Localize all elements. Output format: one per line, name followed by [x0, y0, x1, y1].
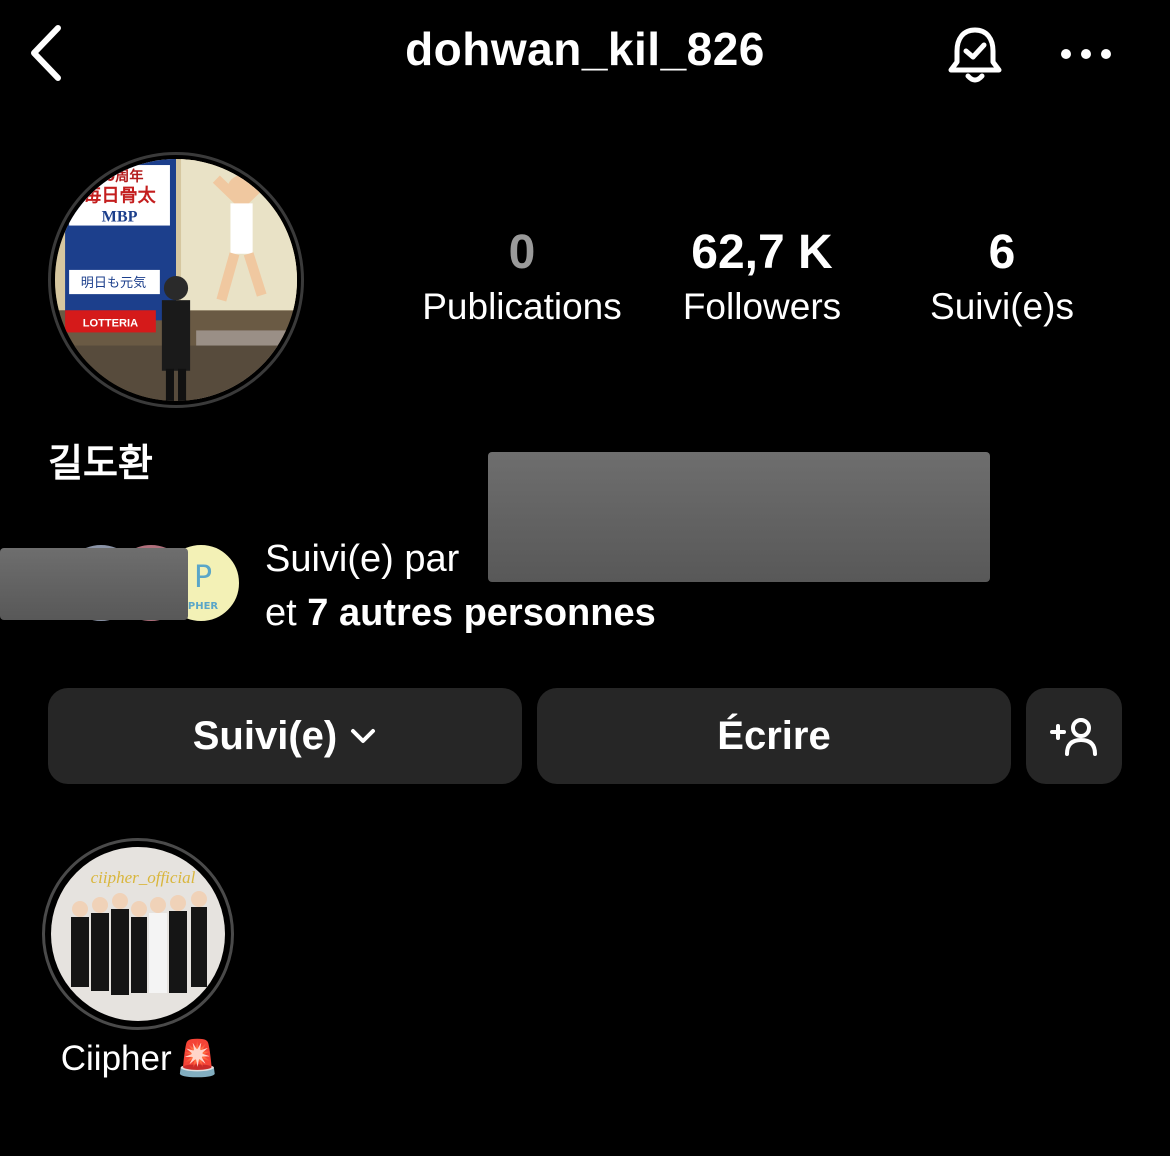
siren-emoji-icon: 🚨 — [175, 1039, 220, 1079]
suggest-people-button[interactable] — [1026, 688, 1122, 784]
redaction-block — [488, 452, 990, 582]
followers-label: Followers — [682, 286, 842, 327]
following-count: 6 — [988, 226, 1016, 279]
bell-check-icon — [948, 27, 1002, 83]
following-label: Suivi(e) — [192, 713, 338, 758]
sign-logo-text: MBP — [102, 209, 138, 226]
mutual-badge-text: PHER — [188, 601, 219, 612]
publications-count: 0 — [508, 226, 536, 279]
redaction-block — [0, 548, 188, 620]
stat-followers[interactable]: 62,7 K Followers — [660, 222, 864, 330]
profile-avatar[interactable]: 30周年 毎日骨太 MBP 明日も元気 LOTTERIA — [48, 152, 304, 408]
chevron-down-icon — [351, 729, 376, 743]
notifications-button[interactable] — [938, 18, 1012, 92]
following-button[interactable]: Suivi(e) — [48, 688, 522, 784]
sign-brand-text: 毎日骨太 — [83, 184, 156, 206]
avatar-photo: 30周年 毎日骨太 MBP 明日も元気 LOTTERIA — [55, 159, 297, 401]
followed-by-and: et — [265, 592, 297, 634]
sign-slogan-text: 明日も元気 — [81, 275, 146, 291]
highlight-cover-text: ciipher_official — [91, 868, 196, 887]
highlight-cover: ciipher_official — [51, 847, 225, 1021]
followers-count: 62,7 K — [691, 226, 833, 279]
followed-by-others: 7 autres personnes — [307, 592, 656, 634]
add-person-icon — [1050, 718, 1097, 756]
publications-label: Publications — [422, 286, 622, 327]
chevron-left-icon — [31, 25, 61, 81]
message-label: Écrire — [717, 713, 831, 758]
followed-by-prefix: Suivi(e) par — [265, 538, 460, 580]
sign-years-text: 30周年 — [96, 168, 144, 185]
stat-publications[interactable]: 0 Publications — [410, 222, 634, 330]
message-button[interactable]: Écrire — [537, 688, 1011, 784]
stat-following[interactable]: 6 Suivi(e)s — [900, 222, 1104, 330]
highlight-label: Ciipher 🚨 — [20, 1038, 260, 1079]
following-label: Suivi(e)s — [930, 286, 1074, 327]
svg-text:P: P — [194, 560, 212, 595]
more-horizontal-icon — [1061, 49, 1111, 59]
more-options-button[interactable] — [1050, 26, 1122, 82]
sign-store-text: LOTTERIA — [83, 317, 138, 329]
display-name: 길도환 — [48, 441, 153, 485]
story-highlight[interactable]: ciipher_official — [42, 838, 234, 1030]
back-button[interactable] — [22, 20, 70, 86]
highlight-title: Ciipher — [60, 1039, 172, 1078]
